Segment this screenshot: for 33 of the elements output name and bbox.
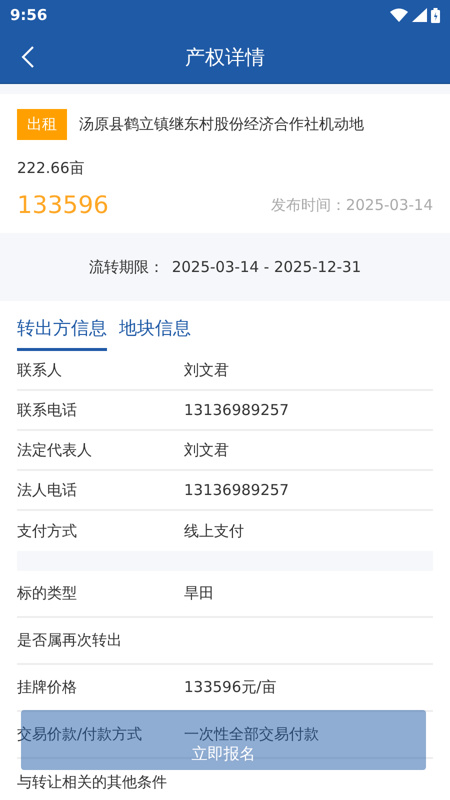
row-label: 联系人 [17,360,63,381]
battery-icon [431,8,440,22]
row-value: 线上支付 [184,520,244,542]
listing-title: 汤原县鹤立镇继东村股份经济合作社机动地 [79,114,364,135]
row-value: 旱田 [184,583,214,604]
period-label: 流转期限： [88,256,164,278]
row-value: 133596元/亩 [184,677,276,698]
listing-price: 133596 [17,190,109,221]
wifi-icon [390,8,408,22]
page-title: 产权详情 [185,44,265,70]
row-label: 法定代表人 [17,440,93,461]
row-label: 法人电话 [17,480,78,501]
publish-date: 2025-03-14 [346,194,433,216]
row-label: 支付方式 [17,520,78,542]
period-value: 2025-03-14 - 2025-12-31 [172,256,362,278]
row-value: 刘文君 [184,360,229,381]
row-label: 联系电话 [17,400,78,421]
rent-tag: 出租 [17,109,67,140]
row-value: 13136989257 [184,400,289,421]
info-tab[interactable]: 地块信息 [119,315,191,351]
status-time: 9:56 [10,4,48,26]
row-label: 与转让相关的其他条件 [17,772,168,794]
row-label: 挂牌价格 [17,677,78,698]
back-icon [21,45,35,69]
info-tab[interactable]: 转出方信息 [17,315,107,351]
row-label: 是否属再次转出 [17,630,123,652]
row-label: 标的类型 [17,583,78,604]
publish-label: 发布时间： [270,194,346,216]
row-value: 一次性全部交易付款 [184,724,319,746]
row-value: 13136989257 [184,480,289,501]
signal-icon [412,8,427,22]
row-value: 刘文君 [184,440,229,461]
listing-area: 222.66亩 [17,156,84,179]
